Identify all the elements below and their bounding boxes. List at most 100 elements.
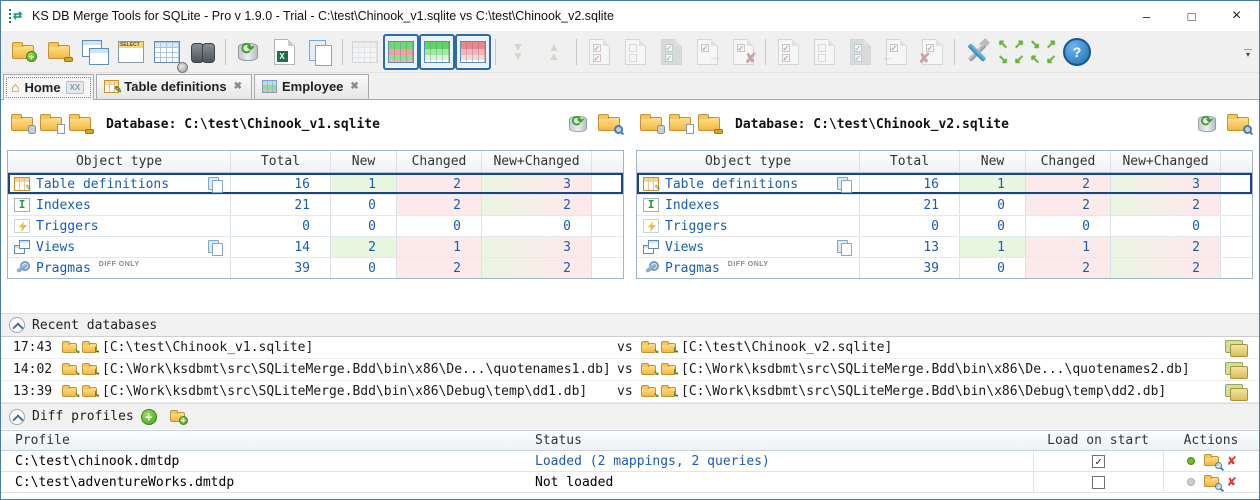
- find-button[interactable]: [185, 34, 221, 70]
- copy-icon[interactable]: [837, 177, 851, 192]
- open-left-db-icon[interactable]: ↘: [62, 343, 77, 353]
- profile-row[interactable]: C:\test\chinook.dmtdp Loaded (2 mappings…: [1, 451, 1259, 472]
- tools-options-button[interactable]: [959, 34, 995, 70]
- open-left-db-icon[interactable]: ↘: [62, 365, 77, 375]
- tab-close-icon[interactable]: ✖: [234, 81, 242, 92]
- invert-left-selection-button[interactable]: ✓✓: [653, 34, 689, 70]
- open-right-db-icon[interactable]: ↘: [641, 343, 656, 353]
- open-left-folder-icon[interactable]: ↳: [82, 387, 97, 397]
- collapse-recent-button[interactable]: [9, 317, 25, 333]
- table-options-button[interactable]: [149, 34, 185, 70]
- unselect-left-changes-button[interactable]: ✓✓: [617, 34, 653, 70]
- load-on-start-checkbox[interactable]: ✓: [1092, 455, 1105, 468]
- table-row[interactable]: Views 14 2 1 3: [8, 236, 623, 257]
- table-row[interactable]: PragmasDIFF ONLY 39 0 2 2: [8, 257, 623, 278]
- table-row[interactable]: IIndexes 21 0 2 2: [637, 194, 1252, 215]
- copy-icon[interactable]: [837, 240, 851, 255]
- discard-right-button[interactable]: ✓✘: [914, 34, 950, 70]
- refresh-database-button[interactable]: ⟳: [1198, 116, 1216, 132]
- open-with-password-button[interactable]: [69, 117, 91, 131]
- apply-right-button[interactable]: ✓→: [689, 34, 725, 70]
- open-pair-icon[interactable]: [1225, 362, 1247, 377]
- table-row[interactable]: PragmasDIFF ONLY 39 0 2 2: [637, 257, 1252, 278]
- open-file-button[interactable]: [40, 117, 62, 131]
- select-left-changes-button[interactable]: ✓✓: [581, 34, 617, 70]
- open-pair-icon[interactable]: [1225, 384, 1247, 399]
- discard-left-button[interactable]: ✓✘: [725, 34, 761, 70]
- load-on-start-checkbox[interactable]: [1092, 476, 1105, 489]
- show-new-rows-button[interactable]: [419, 34, 455, 70]
- close-button[interactable]: ×: [1214, 1, 1259, 31]
- open-left-folder-icon[interactable]: ↳: [82, 365, 97, 375]
- open-right-folder-icon[interactable]: ↳: [661, 343, 676, 353]
- open-left-folder-icon[interactable]: ↳: [82, 343, 97, 353]
- collapse-profiles-button[interactable]: [9, 409, 25, 425]
- open-database-button[interactable]: [11, 117, 33, 131]
- recent-row[interactable]: 17:43 ↘ ↳ [C:\test\Chinook_v1.sqlite] vs…: [1, 337, 1259, 359]
- recent-left-path[interactable]: [C:\Work\ksdbmt\src\SQLiteMerge.Bdd\bin\…: [102, 384, 587, 399]
- select-query-button[interactable]: SELECT: [113, 34, 149, 70]
- indexes-icon: I: [14, 198, 30, 212]
- refresh-databases-button[interactable]: ⟳: [230, 34, 266, 70]
- table-row[interactable]: Table definitions 16 1 2 3: [8, 173, 623, 194]
- browse-database-button[interactable]: [598, 117, 620, 131]
- show-all-rows-button[interactable]: [347, 34, 383, 70]
- open-right-db-icon[interactable]: ↘: [641, 365, 656, 375]
- table-row[interactable]: Triggers 0 0 0 0: [8, 215, 623, 236]
- profile-browse-icon[interactable]: [1204, 456, 1219, 466]
- delete-profile-icon[interactable]: ✘: [1228, 475, 1236, 489]
- tab-employee[interactable]: Employee ✖: [254, 74, 369, 99]
- open-right-db-icon[interactable]: ↘: [641, 387, 656, 397]
- profile-row[interactable]: C:\test\adventureWorks.dmtdp Not loaded …: [1, 472, 1259, 493]
- refresh-database-button[interactable]: ⟳: [569, 116, 587, 132]
- recent-right-path[interactable]: [C:\test\Chinook_v2.sqlite]: [681, 340, 892, 355]
- open-database-button[interactable]: [640, 117, 662, 131]
- open-file-button[interactable]: [669, 117, 691, 131]
- tab-home[interactable]: ⌂ Home XX: [3, 74, 94, 100]
- tab-table-definitions[interactable]: ✎ Table definitions ✖: [96, 74, 252, 99]
- invert-right-selection-button[interactable]: ✓✓: [842, 34, 878, 70]
- open-with-password-button[interactable]: [698, 117, 720, 131]
- profile-browse-icon[interactable]: [1204, 477, 1219, 487]
- tab-close-icon[interactable]: ✖: [350, 81, 358, 92]
- open-right-folder-icon[interactable]: ↳: [661, 365, 676, 375]
- table-row[interactable]: Views 13 1 1 2: [637, 236, 1252, 257]
- next-diff-button[interactable]: ▼▼: [500, 34, 536, 70]
- recent-left-path[interactable]: [C:\test\Chinook_v1.sqlite]: [102, 340, 313, 355]
- schema-objects-button[interactable]: [77, 34, 113, 70]
- copy-icon[interactable]: [208, 177, 222, 192]
- recent-left-path[interactable]: [C:\Work\ksdbmt\src\SQLiteMerge.Bdd\bin\…: [102, 362, 611, 377]
- toolbar-overflow-button[interactable]: —▾: [1241, 34, 1255, 70]
- maximize-button[interactable]: □: [1169, 1, 1214, 31]
- help-button[interactable]: ?: [1059, 34, 1095, 70]
- add-profile-button[interactable]: +: [141, 409, 157, 425]
- unselect-right-changes-button[interactable]: ✓✓: [806, 34, 842, 70]
- open-right-folder-icon[interactable]: ↳: [661, 387, 676, 397]
- recent-right-path[interactable]: [C:\Work\ksdbmt\src\SQLiteMerge.Bdd\bin\…: [681, 362, 1190, 377]
- open-comparison-key-button[interactable]: [41, 34, 77, 70]
- table-row[interactable]: Table definitions 16 1 2 3: [637, 173, 1252, 194]
- delete-profile-icon[interactable]: ✘: [1228, 454, 1236, 468]
- export-excel-button[interactable]: X: [266, 34, 302, 70]
- copy-button[interactable]: [302, 34, 338, 70]
- copy-icon[interactable]: [208, 240, 222, 255]
- open-pair-icon[interactable]: [1225, 340, 1247, 355]
- new-comparison-button[interactable]: +: [5, 34, 41, 70]
- recent-row[interactable]: 13:39 ↘ ↳ [C:\Work\ksdbmt\src\SQLiteMerg…: [1, 381, 1259, 403]
- recent-row[interactable]: 14:02 ↘ ↳ [C:\Work\ksdbmt\src\SQLiteMerg…: [1, 359, 1259, 381]
- table-row[interactable]: Triggers 0 0 0 0: [637, 215, 1252, 236]
- apply-left-button[interactable]: ✓←: [878, 34, 914, 70]
- prev-diff-button[interactable]: ▲▲: [536, 34, 572, 70]
- close-all-tabs-button[interactable]: XX: [66, 81, 85, 94]
- open-profile-button[interactable]: +: [170, 412, 185, 422]
- select-right-changes-button[interactable]: ✓✓: [770, 34, 806, 70]
- profile-status[interactable]: Loaded (2 mappings, 2 queries): [521, 451, 1033, 471]
- recent-right-path[interactable]: [C:\Work\ksdbmt\src\SQLiteMerge.Bdd\bin\…: [681, 384, 1166, 399]
- show-changed-rows-button[interactable]: [455, 34, 491, 70]
- table-row[interactable]: IIndexes 21 0 2 2: [8, 194, 623, 215]
- show-diff-rows-button[interactable]: [383, 34, 419, 70]
- window-layout-arrows[interactable]: ↖↗↘↗↘↙↖↙: [995, 37, 1059, 67]
- browse-database-button[interactable]: [1227, 117, 1249, 131]
- open-left-db-icon[interactable]: ↘: [62, 387, 77, 397]
- minimize-button[interactable]: –: [1124, 1, 1169, 31]
